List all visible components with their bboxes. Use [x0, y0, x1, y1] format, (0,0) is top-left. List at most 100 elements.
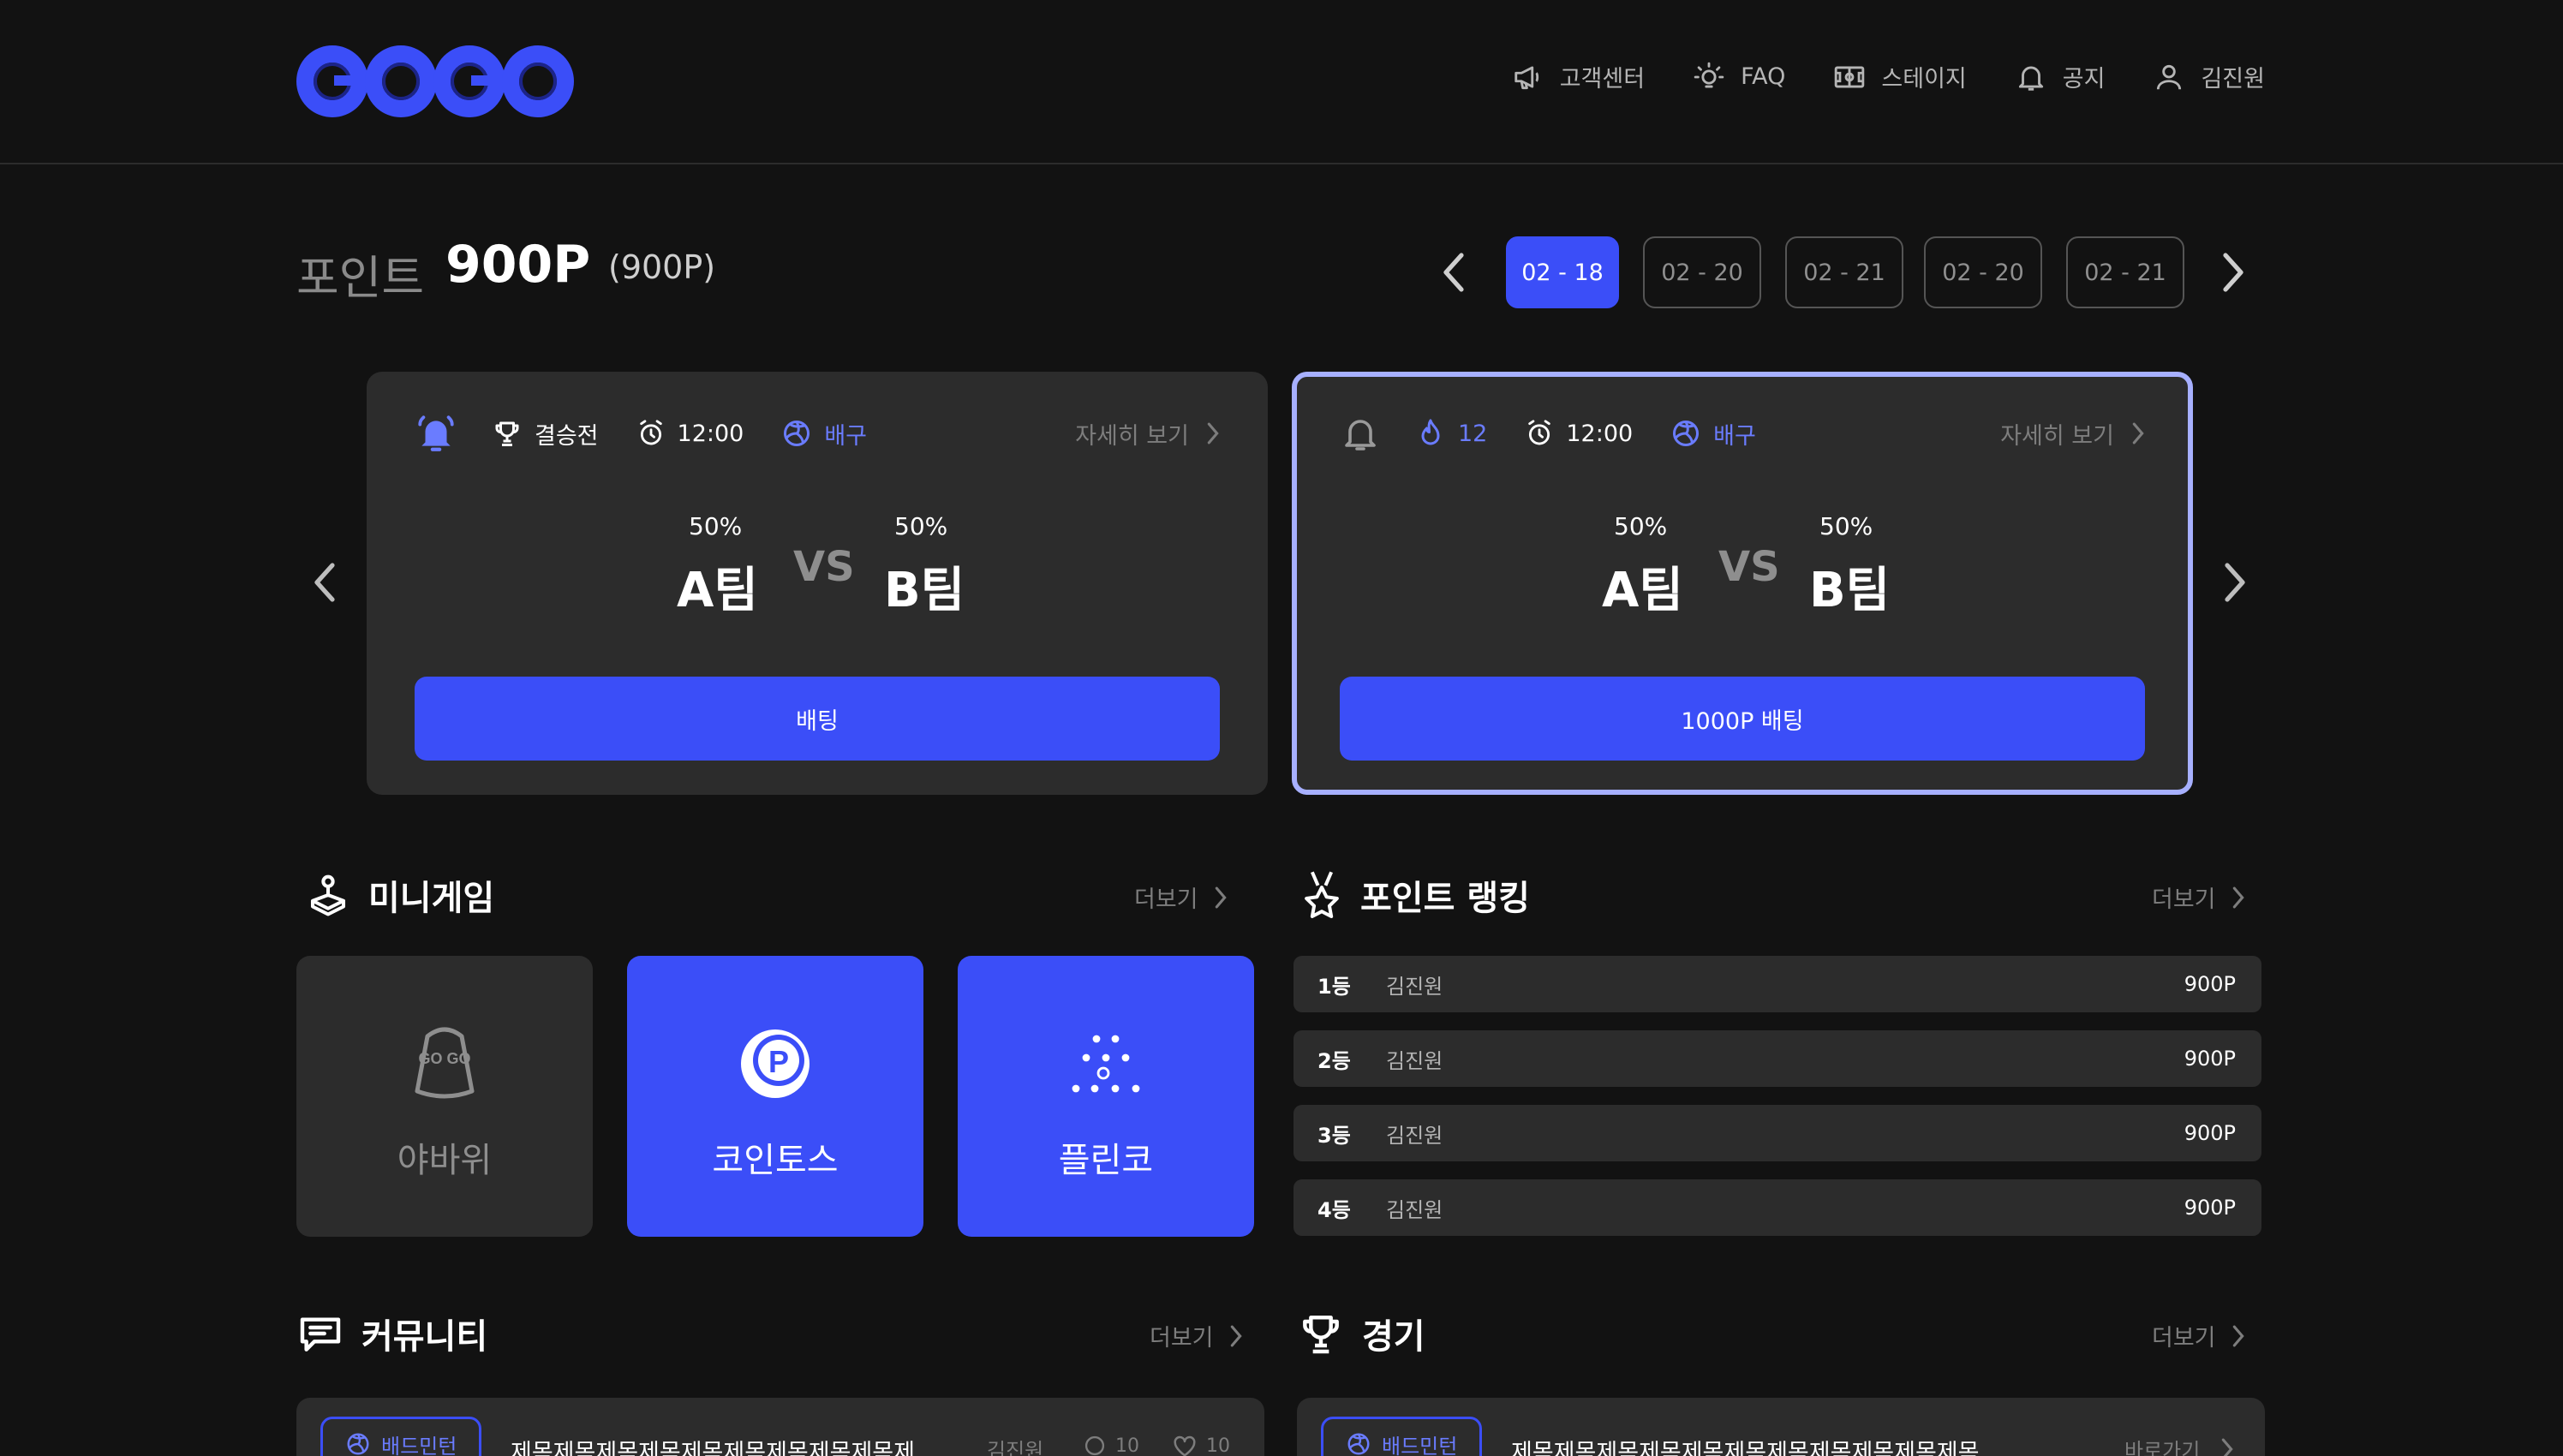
nav-label: 고객센터 — [1559, 66, 1646, 92]
nav-notice[interactable]: 공지 — [2015, 60, 2106, 93]
volleyball-icon — [1673, 421, 1700, 446]
ranking-row[interactable]: 1등 김진원 900P — [1293, 956, 2261, 1012]
nav-faq[interactable]: FAQ — [1693, 61, 1785, 93]
minigame-section-header: 미니게임 — [305, 870, 494, 920]
community-more-link[interactable]: 더보기 — [1150, 1319, 1243, 1352]
stage-icon — [1835, 65, 1865, 88]
flame-icon — [1421, 419, 1440, 445]
nav-customer-center[interactable]: 고객센터 — [1512, 60, 1645, 93]
top-header: 고객센터 FAQ 스테이지 공지 김진원 — [0, 0, 2563, 164]
detail-label: 자세히 보기 — [2000, 422, 2114, 450]
nav-stage[interactable]: 스테이지 — [1833, 60, 1967, 93]
nav-label: 김진원 — [2201, 66, 2265, 92]
nav-label: 공지 — [2062, 66, 2106, 92]
volleyball-icon — [784, 421, 810, 446]
more-label: 더보기 — [1134, 886, 1198, 913]
post-comments: 10 — [1083, 1434, 1139, 1456]
chevron-right-icon — [1230, 1325, 1242, 1346]
chevron-right-icon — [2232, 886, 2244, 908]
match-hot-count: 12 — [1415, 418, 1487, 449]
bell-icon — [418, 415, 454, 451]
match-sport: 배구 — [781, 417, 867, 451]
games-more-link[interactable]: 더보기 — [2152, 1319, 2245, 1352]
round-label: 결승전 — [535, 422, 599, 450]
post-tag[interactable]: 배드민턴 — [1321, 1417, 1483, 1456]
rank-name: 김진원 — [1386, 1197, 1443, 1222]
rank-position: 4등 — [1317, 1197, 1351, 1222]
post-likes[interactable]: 10 — [1172, 1434, 1230, 1456]
chevron-right-icon — [1207, 422, 1219, 445]
alarm-toggle[interactable] — [1340, 413, 1381, 454]
ranking-section-header: 포인트 랭킹 — [1300, 870, 1530, 920]
ranking-more-link[interactable]: 더보기 — [2152, 880, 2245, 914]
match-meta-row: 12 12:00 배구 자세히 보기 — [1340, 413, 2145, 454]
game-card-coin-toss[interactable]: P 코인토스 — [627, 956, 923, 1237]
game-label: 플린코 — [1058, 1141, 1154, 1180]
volleyball-icon — [1347, 1433, 1370, 1455]
bet-button[interactable]: 배팅 — [415, 677, 1220, 761]
sport-label: 배구 — [1713, 422, 1756, 450]
heart-icon — [1174, 1435, 1196, 1456]
community-post[interactable]: 배드민턴 제목제목제목제목제목제목제목제목제목제목제목... 김진원 10 10 — [296, 1398, 1264, 1456]
team-b-percent: 50% — [1819, 512, 1873, 540]
lightbulb-icon — [1694, 62, 1724, 88]
team-b-name: B팀 — [1809, 563, 1891, 618]
date-pill[interactable]: 02 - 21 — [1785, 236, 1903, 308]
date-pill[interactable]: 02 - 20 — [1924, 236, 2042, 308]
chevron-right-icon — [2221, 1438, 2233, 1456]
go-to-link[interactable]: 바로가기 — [2124, 1434, 2200, 1456]
section-title: 미니게임 — [368, 879, 495, 918]
alarm-toggle[interactable] — [415, 412, 457, 455]
volleyball-icon — [347, 1433, 369, 1455]
post-tag[interactable]: 배드민턴 — [320, 1417, 482, 1456]
rank-points: 900P — [2184, 1047, 2236, 1071]
section-title: 포인트 랭킹 — [1360, 879, 1530, 918]
go-to-label: 바로가기 — [2124, 1439, 2201, 1456]
team-a-percent: 50% — [1614, 512, 1668, 540]
bell-outline-icon — [1345, 420, 1376, 451]
like-count: 10 — [1206, 1435, 1230, 1456]
game-label: 코인토스 — [712, 1141, 839, 1180]
rank-position: 2등 — [1317, 1048, 1351, 1073]
trophy-icon — [1303, 1316, 1339, 1354]
time-label: 12:00 — [1566, 420, 1634, 447]
alarm-clock-icon — [639, 420, 662, 445]
hot-count-label: 12 — [1458, 420, 1488, 447]
carousel-next-button[interactable] — [2219, 558, 2249, 606]
rank-points: 900P — [2184, 972, 2236, 996]
nav-user[interactable]: 김진원 — [2153, 60, 2265, 93]
minigame-more-link[interactable]: 더보기 — [1134, 880, 1228, 914]
team-a-name: A팀 — [677, 563, 758, 618]
ranking-row[interactable]: 4등 김진원 900P — [1293, 1179, 2261, 1236]
carousel-prev-button[interactable] — [310, 558, 341, 606]
post-title: 제목제목제목제목제목제목제목제목제목제목제목... — [511, 1440, 956, 1456]
match-card-selected[interactable]: 12 12:00 배구 자세히 보기 50% A팀 VS 50% B팀 1000… — [1292, 372, 2193, 795]
section-title: 커뮤니티 — [361, 1317, 488, 1357]
chevron-right-icon — [2132, 422, 2144, 445]
top-nav: 고객센터 FAQ 스테이지 공지 김진원 — [1512, 60, 2265, 93]
date-next-button[interactable] — [2215, 248, 2249, 296]
gogo-logo[interactable] — [296, 43, 574, 120]
ranking-row[interactable]: 2등 김진원 900P — [1293, 1030, 2261, 1087]
nav-label: FAQ — [1741, 63, 1786, 90]
team-a-percent: 50% — [689, 512, 743, 540]
post-tag-label: 배드민턴 — [1382, 1434, 1458, 1456]
games-post[interactable]: 배드민턴 제목제목제목제목제목제목제목제목제목제목제목... 바로가기 — [1297, 1398, 2265, 1456]
game-card-yabawi[interactable]: GO GO 야바위 — [296, 956, 593, 1237]
match-card[interactable]: 결승전 12:00 배구 자세히 보기 50% A팀 VS 50% B팀 배팅 — [367, 372, 1268, 795]
date-pill[interactable]: 02 - 20 — [1643, 236, 1761, 308]
game-card-plinko[interactable]: 플린코 — [958, 956, 1254, 1237]
chevron-right-icon — [2232, 1325, 2244, 1346]
chevron-right-icon — [1215, 886, 1227, 908]
points-value: 900P — [445, 235, 591, 295]
chat-icon — [300, 1317, 341, 1352]
date-pill[interactable]: 02 - 18 — [1506, 236, 1619, 308]
date-pill[interactable]: 02 - 21 — [2066, 236, 2184, 308]
points-label: 포인트 — [296, 251, 425, 305]
bet-button[interactable]: 1000P 배팅 — [1340, 677, 2145, 761]
ranking-row[interactable]: 3등 김진원 900P — [1293, 1105, 2261, 1161]
match-detail-link[interactable]: 자세히 보기 — [2000, 417, 2145, 451]
match-round: 결승전 — [492, 417, 599, 451]
date-prev-button[interactable] — [1437, 248, 1472, 296]
match-detail-link[interactable]: 자세히 보기 — [1075, 417, 1220, 451]
